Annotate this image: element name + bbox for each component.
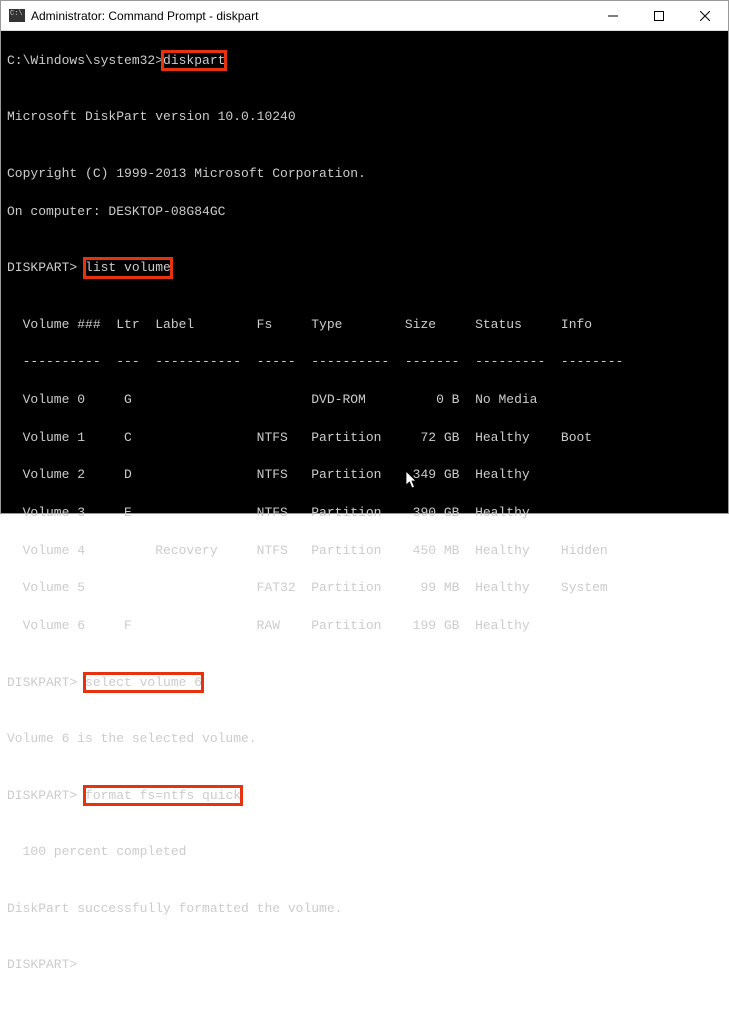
selected-message: Volume 6 is the selected volume. [7, 730, 722, 749]
window-controls [590, 1, 728, 30]
table-separator: ---------- --- ----------- ----- -------… [7, 353, 722, 372]
minimize-button[interactable] [590, 1, 636, 30]
table-row: Volume 1 C NTFS Partition 72 GB Healthy … [7, 429, 722, 448]
progress-line: 100 percent completed [7, 843, 722, 862]
table-row: Volume 6 F RAW Partition 199 GB Healthy [7, 617, 722, 636]
window-title: Administrator: Command Prompt - diskpart [31, 9, 590, 23]
highlight-diskpart: diskpart [163, 52, 225, 70]
table-header: Volume ### Ltr Label Fs Type Size Status… [7, 316, 722, 335]
copyright-line: Copyright (C) 1999-2013 Microsoft Corpor… [7, 165, 722, 184]
table-row: Volume 4 Recovery NTFS Partition 450 MB … [7, 542, 722, 561]
terminal-output[interactable]: C:\Windows\system32>diskpart Microsoft D… [1, 31, 728, 513]
diskpart-prompt: DISKPART> [7, 675, 85, 690]
prompt-path: C:\Windows\system32> [7, 53, 163, 68]
table-row: Volume 2 D NTFS Partition 349 GB Healthy [7, 466, 722, 485]
table-row: Volume 0 G DVD-ROM 0 B No Media [7, 391, 722, 410]
highlight-selectvolume: select volume 6 [85, 674, 202, 692]
close-button[interactable] [682, 1, 728, 30]
success-message: DiskPart successfully formatted the volu… [7, 900, 722, 919]
highlight-listvolume: list volume [85, 259, 171, 277]
computer-line: On computer: DESKTOP-08G84GC [7, 203, 722, 222]
table-row: Volume 5 FAT32 Partition 99 MB Healthy S… [7, 579, 722, 598]
diskpart-prompt: DISKPART> [7, 788, 85, 803]
maximize-button[interactable] [636, 1, 682, 30]
final-prompt: DISKPART> [7, 956, 722, 975]
highlight-format: format fs=ntfs quick [85, 787, 241, 805]
diskpart-prompt: DISKPART> [7, 260, 85, 275]
cmd-icon [9, 9, 25, 22]
window-titlebar: Administrator: Command Prompt - diskpart [1, 1, 728, 31]
version-line: Microsoft DiskPart version 10.0.10240 [7, 108, 722, 127]
